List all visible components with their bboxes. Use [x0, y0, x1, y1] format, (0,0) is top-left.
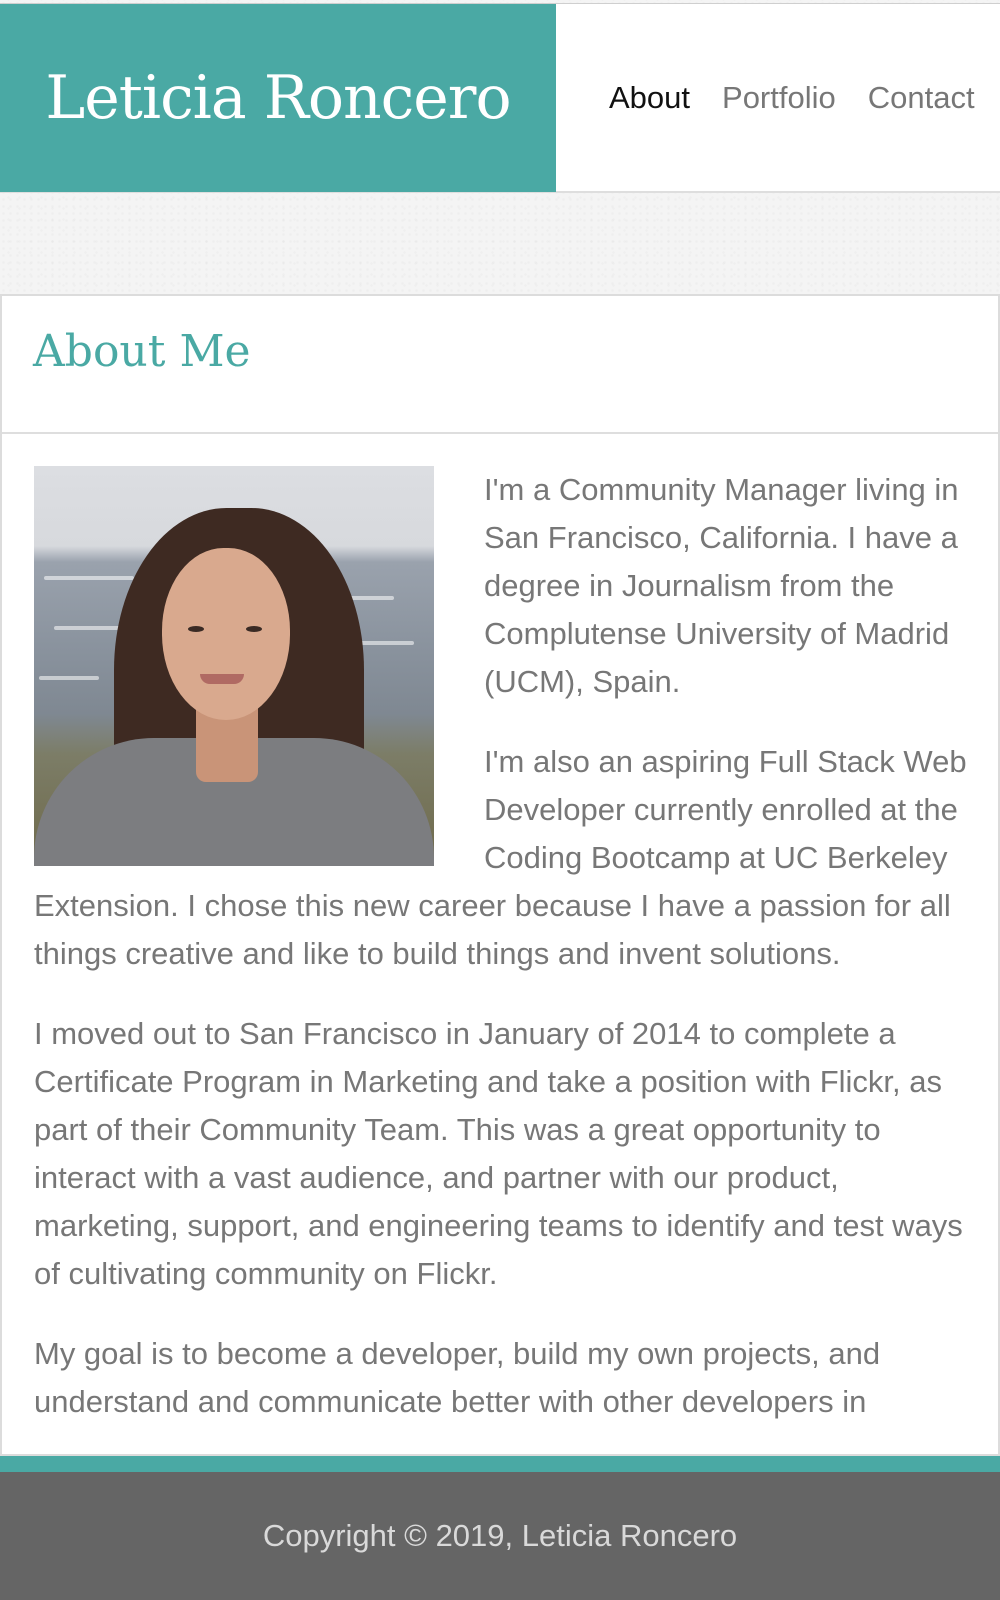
about-card-header: About Me	[2, 296, 998, 434]
nav-link-contact[interactable]: Contact	[868, 80, 975, 116]
site-title[interactable]: Leticia Roncero	[45, 63, 511, 133]
nav-link-portfolio[interactable]: Portfolio	[722, 80, 836, 116]
profile-photo	[34, 466, 434, 866]
site-header: Leticia Roncero About Portfolio Contact	[0, 3, 1000, 193]
footer-accent-bar	[0, 1456, 1000, 1472]
about-card: About Me I'm a Community Manager living …	[0, 294, 1000, 1456]
about-paragraph-4: My goal is to become a developer, build …	[34, 1336, 881, 1419]
site-footer: Copyright © 2019, Leticia Roncero	[0, 1472, 1000, 1600]
main-nav: About Portfolio Contact	[609, 80, 975, 116]
about-paragraph-3: I moved out to San Francisco in January …	[34, 1016, 963, 1291]
page-title: About Me	[33, 326, 251, 377]
nav-link-about[interactable]: About	[609, 80, 690, 116]
copyright-text: Copyright © 2019, Leticia Roncero	[262, 1518, 738, 1553]
brand-block[interactable]: Leticia Roncero	[0, 4, 556, 192]
about-card-body: I'm a Community Manager living in San Fr…	[2, 434, 998, 1426]
